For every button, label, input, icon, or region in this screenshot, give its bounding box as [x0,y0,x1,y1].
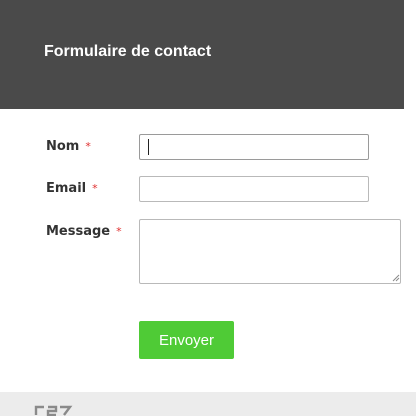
message-label-text: Message [46,224,111,239]
text-caret [148,139,149,155]
message-field[interactable] [139,219,401,284]
email-label: Email * [46,181,98,196]
email-label-text: Email [46,181,87,196]
name-field[interactable] [139,134,369,160]
required-marker: * [92,182,98,195]
resize-grip-icon[interactable] [392,274,400,282]
required-marker: * [116,225,122,238]
form-header: Formulaire de contact [0,0,404,109]
brand-logo-icon [34,405,73,416]
submit-button[interactable]: Envoyer [139,321,234,359]
name-label: Nom * [46,139,91,154]
required-marker: * [85,140,91,153]
name-label-text: Nom [46,139,80,154]
email-field[interactable] [139,176,369,202]
footer [0,392,416,416]
form-title: Formulaire de contact [44,43,212,60]
message-label: Message * [46,224,122,239]
